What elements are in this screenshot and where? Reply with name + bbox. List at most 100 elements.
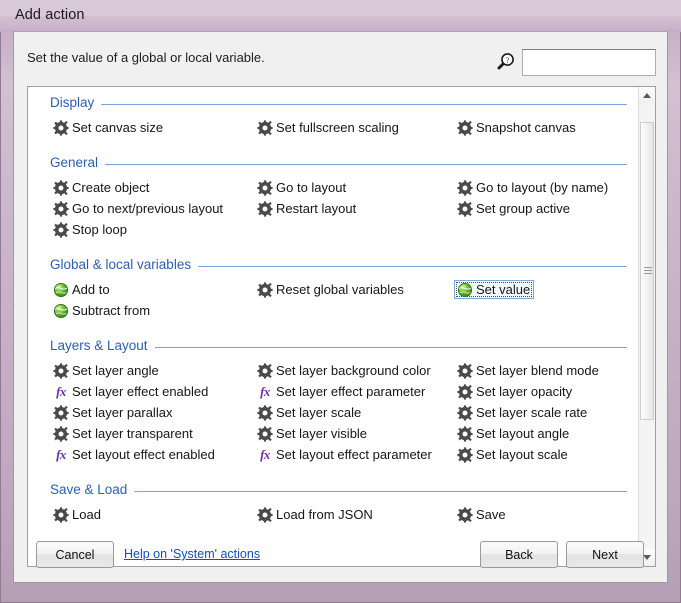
back-button[interactable]: Back	[480, 541, 558, 568]
action-item-label: Stop loop	[72, 222, 127, 237]
globe-icon	[53, 303, 69, 319]
gear-icon	[257, 404, 273, 421]
scroll-up-arrow-icon[interactable]	[639, 87, 655, 104]
action-item-label: Reset global variables	[276, 282, 404, 297]
action-item[interactable]: Go to layout	[254, 178, 350, 197]
fx-icon: fx	[260, 383, 270, 399]
gear-icon	[53, 362, 69, 379]
action-item[interactable]: Set fullscreen scaling	[254, 118, 403, 137]
search-help-icon: ?	[494, 51, 516, 73]
action-item-label: Snapshot canvas	[476, 120, 576, 135]
gear-icon	[257, 281, 273, 298]
action-item[interactable]: Set layer background color	[254, 361, 435, 380]
action-item[interactable]: Set layer scale rate	[454, 403, 591, 422]
title-bar[interactable]: Add action	[0, 0, 681, 32]
action-item[interactable]: Set layer visible	[254, 424, 371, 443]
action-item[interactable]: Set layer blend mode	[454, 361, 603, 380]
action-item[interactable]: Set layer angle	[50, 361, 163, 380]
gear-icon	[257, 362, 273, 379]
action-item-label: Save	[476, 507, 506, 522]
action-section: Save & Load Load Load from JSON Save	[28, 482, 639, 526]
action-item[interactable]: Go to layout (by name)	[454, 178, 612, 197]
action-item[interactable]: fx Set layer effect enabled	[50, 382, 212, 401]
action-item-label: Set layout effect enabled	[72, 447, 215, 462]
action-item-label: Set layer parallax	[72, 405, 173, 420]
action-item-label: Set layout effect parameter	[276, 447, 432, 462]
action-section: Global & local variables Add to Reset glob…	[28, 257, 639, 322]
gear-icon	[457, 179, 473, 196]
action-item-label: Set group active	[476, 201, 570, 216]
gear-icon	[257, 119, 273, 136]
action-item-label: Set canvas size	[72, 120, 164, 135]
action-item[interactable]: Reset global variables	[254, 280, 408, 299]
action-list-scroll-content: Display Set canvas size Set fullscreen sca…	[28, 87, 639, 566]
gear-icon	[257, 200, 273, 217]
globe-icon	[457, 282, 473, 298]
action-item[interactable]: Set layer parallax	[50, 403, 176, 422]
gear-icon	[457, 446, 473, 463]
gear-icon	[457, 506, 473, 523]
action-item[interactable]: Load	[50, 505, 105, 524]
action-item[interactable]: Set layout angle	[454, 424, 573, 443]
action-item[interactable]: Set layer transparent	[50, 424, 197, 443]
cancel-button[interactable]: Cancel	[36, 541, 114, 568]
action-item[interactable]: fx Set layer effect parameter	[254, 382, 429, 401]
fx-icon: fx	[56, 383, 66, 399]
globe-icon	[53, 282, 69, 298]
next-button[interactable]: Next	[566, 541, 644, 568]
search-input[interactable]	[522, 49, 656, 76]
action-item[interactable]: Save	[454, 505, 510, 524]
action-item-label: Set layer opacity	[476, 384, 573, 399]
action-item-label: Set layer scale rate	[476, 405, 588, 420]
action-item-label: Set value	[476, 282, 531, 297]
action-item[interactable]: Set layout scale	[454, 445, 572, 464]
action-item[interactable]: Add to	[50, 280, 114, 299]
section-title: Global & local variables	[50, 257, 199, 272]
gear-icon	[457, 404, 473, 421]
action-item[interactable]: Create object	[50, 178, 153, 197]
action-item-label: Set fullscreen scaling	[276, 120, 399, 135]
action-item[interactable]: fx Set layout effect enabled	[50, 445, 219, 464]
action-item-label: Subtract from	[72, 303, 151, 318]
action-item[interactable]: Restart layout	[254, 199, 360, 218]
gear-icon	[457, 119, 473, 136]
action-item-label: Go to next/previous layout	[72, 201, 224, 216]
action-item-label: Set layout angle	[476, 426, 570, 441]
action-item[interactable]: Stop loop	[50, 220, 131, 239]
gear-icon	[53, 404, 69, 421]
help-system-actions-link[interactable]: Help on 'System' actions	[124, 547, 260, 561]
action-item[interactable]: Go to next/previous layout	[50, 199, 227, 218]
action-list-scrollbar[interactable]	[638, 87, 655, 566]
action-item-label: Set layer background color	[276, 363, 431, 378]
dialog-footer: Cancel Help on 'System' actions Back Nex…	[14, 532, 667, 582]
action-item[interactable]: Load from JSON	[254, 505, 377, 524]
section-title: Display	[50, 95, 102, 110]
action-item[interactable]: Set layer scale	[254, 403, 365, 422]
action-item[interactable]: fx Set layout effect parameter	[254, 445, 436, 464]
action-section: Layers & Layout Set layer angle Set layer …	[28, 338, 639, 466]
action-item[interactable]: Set group active	[454, 199, 574, 218]
scrollbar-thumb[interactable]	[640, 121, 654, 420]
add-action-dialog: Add action Set the value of a global or …	[0, 0, 681, 603]
section-title: General	[50, 155, 106, 170]
action-section: Display Set canvas size Set fullscreen sca…	[28, 95, 639, 139]
gear-icon	[53, 200, 69, 217]
action-item-label: Load	[72, 507, 101, 522]
action-item[interactable]: Subtract from	[50, 301, 154, 320]
gear-icon	[257, 506, 273, 523]
action-item[interactable]: Snapshot canvas	[454, 118, 580, 137]
svg-text:?: ?	[506, 56, 510, 65]
fx-icon: fx	[56, 446, 66, 462]
action-item[interactable]: Set canvas size	[50, 118, 167, 137]
section-title: Layers & Layout	[50, 338, 155, 353]
action-item-label: Set layer blend mode	[476, 363, 599, 378]
gear-icon	[53, 221, 69, 238]
action-item-label: Set layer scale	[276, 405, 362, 420]
gear-icon	[53, 425, 69, 442]
action-item-label: Set layer transparent	[72, 426, 193, 441]
action-item[interactable]: Set layer opacity	[454, 382, 576, 401]
gear-icon	[257, 179, 273, 196]
gear-icon	[457, 425, 473, 442]
action-item[interactable]: Set value	[454, 280, 535, 299]
action-item-label: Go to layout (by name)	[476, 180, 609, 195]
